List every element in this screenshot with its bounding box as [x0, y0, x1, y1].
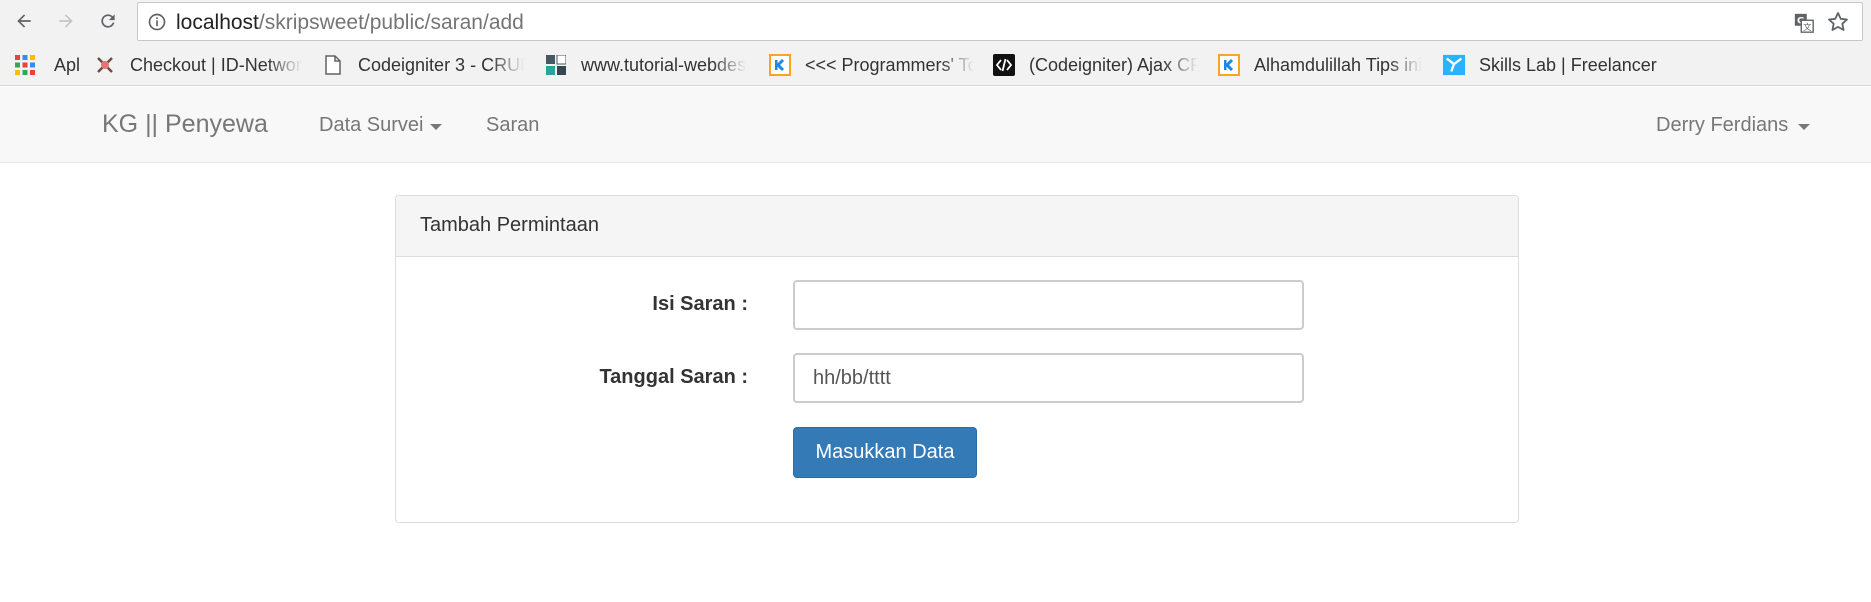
nav-link-label: Data Survei [319, 114, 424, 136]
bookmark-label: (Codeigniter) Ajax CR [1029, 54, 1198, 75]
bookmark-alhamdulillah[interactable]: Alhamdulillah Tips ini [1218, 52, 1424, 78]
submit-button[interactable]: Masukkan Data [793, 427, 977, 478]
bookmark-apps[interactable]: Apl [14, 52, 94, 78]
kodesource-icon [769, 54, 791, 76]
bookmarks-bar: Apl Checkout | ID-Networ Codeigniter 3 -… [0, 44, 1871, 84]
back-button[interactable] [10, 7, 38, 35]
apps-grid-icon [14, 54, 36, 76]
info-icon[interactable] [147, 12, 167, 32]
translate-icon[interactable]: G文 [1793, 12, 1815, 34]
tutorial-webdesign-icon [545, 54, 567, 76]
tanggal-saran-input[interactable] [793, 353, 1304, 403]
app-navbar: KG || Penyewa Data Survei Saran Derry Fe… [0, 87, 1871, 163]
svg-text:文: 文 [1803, 22, 1811, 32]
caret-down-icon [1798, 123, 1811, 130]
page-icon [322, 54, 344, 76]
freelancer-icon [1443, 54, 1465, 76]
bookmark-label: Skills Lab | Freelancer [1479, 54, 1657, 75]
reload-icon [101, 14, 115, 28]
idnetworks-icon [94, 54, 116, 76]
caret-down-icon [429, 123, 442, 130]
bookmark-tutorial-webdesign[interactable]: www.tutorial-webdes [545, 52, 748, 78]
nav-saran-link[interactable]: Saran [486, 114, 539, 137]
bookmark-label: Codeigniter 3 - CRUD [358, 54, 524, 75]
bookmark-ajax-crud[interactable]: (Codeigniter) Ajax CR [993, 52, 1198, 78]
kodesource-icon [1218, 54, 1240, 76]
form-row-tanggal-saran: Tanggal Saran : [396, 353, 1518, 403]
bookmark-checkout[interactable]: Checkout | ID-Networ [94, 52, 306, 78]
browser-toolbar: localhost/skripsweet/public/saran/add G文… [0, 0, 1871, 86]
bookmark-skills-lab[interactable]: Skills Lab | Freelancer [1443, 52, 1683, 78]
bookmark-programmers[interactable]: <<< Programmers' To [769, 52, 974, 78]
user-menu-dropdown[interactable]: Derry Ferdians [1656, 114, 1811, 137]
isi-saran-input[interactable] [793, 280, 1304, 330]
nav-data-survei-dropdown[interactable]: Data Survei [319, 114, 442, 137]
bookmark-codeigniter-crud[interactable]: Codeigniter 3 - CRUD [322, 52, 524, 78]
url-text: localhost/skripsweet/public/saran/add [176, 11, 524, 35]
address-bar[interactable]: localhost/skripsweet/public/saran/add G文 [137, 2, 1863, 41]
bookmark-label: Alhamdulillah Tips ini [1254, 54, 1423, 75]
user-name: Derry Ferdians [1656, 114, 1789, 136]
arrow-left-icon [17, 14, 31, 28]
bookmark-label: Apl [54, 54, 81, 75]
navbar-brand[interactable]: KG || Penyewa [102, 110, 268, 139]
url-path: /skripsweet/public/saran/add [258, 11, 524, 34]
panel-heading: Tambah Permintaan [396, 196, 1518, 257]
arrow-right-icon [59, 14, 73, 28]
form-row-isi-saran: Isi Saran : [396, 280, 1518, 330]
bookmark-label: www.tutorial-webdes [581, 54, 747, 75]
reload-button[interactable] [94, 7, 122, 35]
url-host: localhost [176, 11, 259, 34]
add-request-panel: Tambah Permintaan Isi Saran : Tanggal Sa… [395, 195, 1519, 523]
forward-button[interactable] [52, 7, 80, 35]
bookmark-star-icon[interactable] [1826, 10, 1850, 34]
bookmark-label: Checkout | ID-Networ [130, 54, 302, 75]
tanggal-saran-label: Tanggal Saran : [599, 366, 748, 388]
code-brackets-icon [993, 54, 1015, 76]
isi-saran-label: Isi Saran : [652, 293, 748, 315]
nav-link-label: Saran [486, 114, 540, 136]
bookmark-label: <<< Programmers' To [805, 54, 974, 75]
